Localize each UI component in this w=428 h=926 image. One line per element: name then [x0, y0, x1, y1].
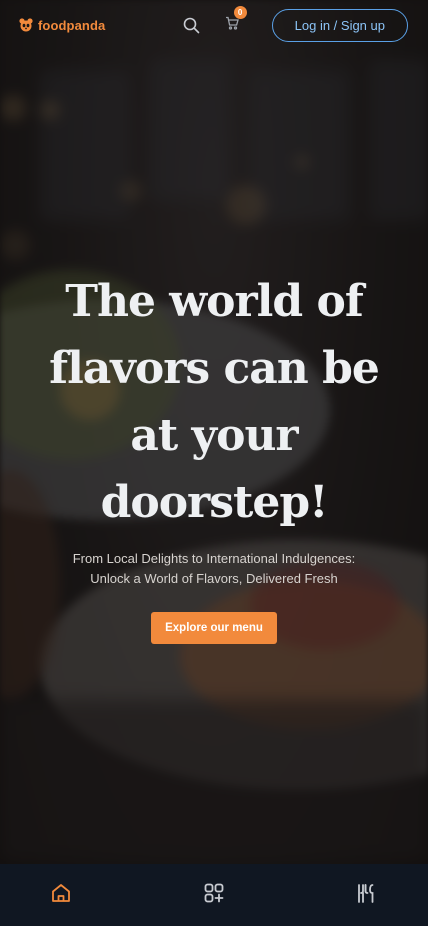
- brand-name: foodpanda: [38, 17, 106, 33]
- panda-logo-icon: [18, 17, 34, 33]
- nav-menu[interactable]: [356, 882, 378, 909]
- hero-title-line: flavors can be: [49, 343, 380, 394]
- hero-title: The world of flavors can be at your door…: [0, 268, 428, 536]
- brand-logo[interactable]: foodpanda: [18, 17, 105, 33]
- cart-count-badge: 0: [233, 6, 247, 19]
- categories-icon: [203, 882, 225, 909]
- nav-home[interactable]: [50, 882, 72, 909]
- nav-categories[interactable]: [203, 882, 225, 909]
- top-bar: foodpanda 0 Log in / Sign up: [0, 0, 428, 50]
- hero-subtitle: From Local Delights to International Ind…: [0, 549, 428, 589]
- hero-title-line: The world of: [65, 276, 364, 327]
- hero-title-line: at your: [130, 410, 298, 461]
- bottom-nav: [0, 864, 428, 926]
- app-screen: foodpanda 0 Log in / Sign up The world o…: [0, 0, 428, 926]
- explore-menu-button[interactable]: Explore our menu: [151, 612, 277, 644]
- home-icon: [50, 882, 72, 909]
- search-icon[interactable]: [180, 13, 204, 37]
- hero-subtitle-line: Unlock a World of Flavors, Delivered Fre…: [90, 571, 338, 586]
- menu-utensils-icon: [356, 882, 378, 909]
- cart-button[interactable]: 0: [220, 6, 247, 37]
- login-signup-button[interactable]: Log in / Sign up: [271, 8, 408, 42]
- hero-title-line: doorstep!: [100, 477, 329, 528]
- cart-icon: [225, 16, 239, 35]
- hero-subtitle-line: From Local Delights to International Ind…: [72, 551, 356, 566]
